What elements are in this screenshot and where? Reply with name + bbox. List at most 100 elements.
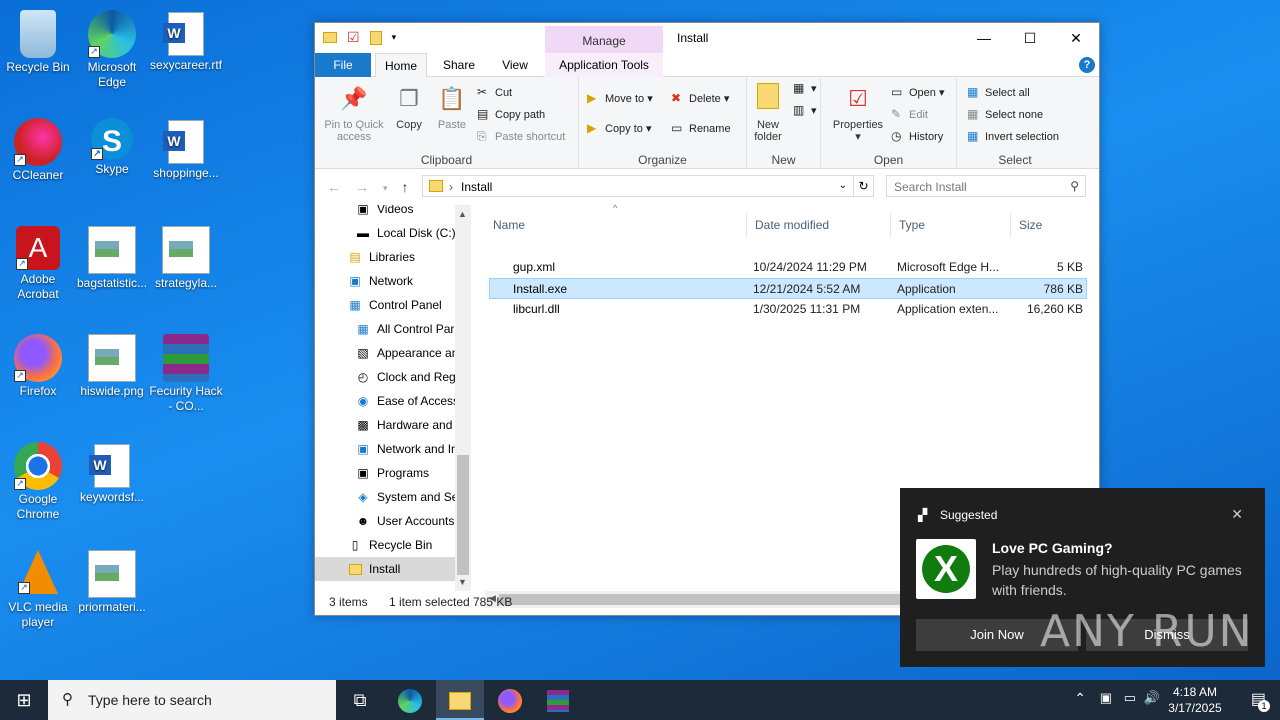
desktop-icon-chrome[interactable]: ↗ Google Chrome	[0, 442, 76, 522]
taskbar-clock[interactable]: 4:18 AM 3/17/2025	[1160, 684, 1230, 716]
delete-button[interactable]: ✖ Delete ▾	[671, 91, 729, 105]
desktop-icon-firefox[interactable]: ↗ Firefox	[0, 334, 76, 399]
nav-item-system-security[interactable]: ◈ System and Sec	[355, 485, 464, 509]
network-icon[interactable]: ▭	[1124, 690, 1136, 706]
scroll-up-icon[interactable]: ▲	[458, 209, 467, 219]
minimize-button[interactable]: —	[961, 23, 1007, 53]
nav-item-ease-of-access[interactable]: ◉ Ease of Access	[355, 389, 459, 413]
cut-button[interactable]: ✂ Cut	[477, 85, 512, 99]
taskbar-firefox-icon[interactable]	[486, 680, 534, 720]
navigation-pane-scrollbar[interactable]: ▲ ▼	[455, 205, 471, 591]
properties-icon[interactable]: ☑	[347, 29, 360, 46]
ribbon: 📌 Pin to Quick access ❐ Copy 📋 Paste ✂ Cu…	[315, 77, 1099, 169]
desktop-icon-priormateri[interactable]: priormateri...	[74, 550, 150, 615]
edit-button[interactable]: ✎ Edit	[891, 107, 928, 121]
new-item-button[interactable]: ▦ ▾	[793, 81, 817, 95]
chevron-down-icon[interactable]: ⌄	[839, 180, 847, 191]
tab-application-tools[interactable]: Application Tools	[545, 53, 663, 77]
forward-arrow-icon[interactable]: →	[355, 179, 369, 197]
desktop-icon-fecurity-hack[interactable]: Fecurity Hack - CO...	[148, 334, 224, 414]
nav-item-hardware[interactable]: ▩ Hardware and	[355, 413, 452, 437]
nav-item-videos[interactable]: ▣ Videos	[355, 205, 413, 221]
recent-chevron-icon[interactable]: ▾	[383, 179, 388, 197]
desktop-icon-keywordsf[interactable]: keywordsf...	[74, 442, 150, 505]
address-bar[interactable]: › Install ⌄	[422, 175, 854, 197]
paste-shortcut-button[interactable]: ⎘ Paste shortcut	[477, 129, 565, 144]
nav-item-appearance[interactable]: ▧ Appearance an	[355, 341, 458, 365]
column-header-date[interactable]: Date modified	[747, 213, 891, 237]
copy-button[interactable]: ❐ Copy	[389, 83, 429, 131]
tab-view[interactable]: View	[489, 53, 541, 77]
nav-item-control-panel[interactable]: ▦ Control Panel	[347, 293, 441, 317]
close-button[interactable]: ✕	[1053, 23, 1099, 53]
image-file-icon	[88, 550, 136, 598]
history-button[interactable]: ◷ History	[891, 129, 943, 143]
taskbar-search-input[interactable]: ⚲ Type here to search	[48, 680, 336, 720]
new-folder-icon[interactable]	[369, 30, 382, 45]
desktop-icon-ccleaner[interactable]: ↗ CCleaner	[0, 118, 76, 183]
windows-start-icon[interactable]: ⊞	[0, 680, 48, 720]
invert-selection-button[interactable]: ▦ Invert selection	[967, 129, 1059, 143]
properties-button[interactable]: ☑ Properties ▾	[827, 83, 889, 143]
column-header-name[interactable]: Name	[485, 213, 747, 237]
rename-button[interactable]: ▭ Rename	[671, 121, 731, 135]
nav-item-user-accounts[interactable]: ☻ User Accounts	[355, 509, 455, 533]
taskbar-winrar-icon[interactable]	[534, 680, 582, 720]
back-arrow-icon[interactable]: ←	[327, 179, 341, 197]
tab-home[interactable]: Home	[375, 53, 427, 77]
table-row[interactable]: gup.xml 10/24/2024 11:29 PM Microsoft Ed…	[489, 257, 1087, 278]
desktop-icon-edge[interactable]: ↗ Microsoft Edge	[74, 10, 150, 90]
nav-item-clock-region[interactable]: ◴ Clock and Regi	[355, 365, 459, 389]
easy-access-button[interactable]: ▥ ▾	[793, 103, 817, 117]
table-row[interactable]: libcurl.dll 1/30/2025 11:31 PM Applicati…	[489, 299, 1087, 320]
copy-to-button[interactable]: ▶ Copy to ▾	[587, 121, 652, 135]
desktop-icon-sexycareer[interactable]: sexycareer.rtf	[148, 10, 224, 73]
desktop-icon-vlc[interactable]: ↗ VLC media player	[0, 550, 76, 630]
desktop-icon-hiswide[interactable]: hiswide.png	[74, 334, 150, 399]
device-icon[interactable]: ▣	[1100, 690, 1112, 706]
new-folder-button[interactable]: New folder	[749, 83, 787, 143]
volume-icon[interactable]: 🔊	[1144, 690, 1160, 706]
desktop-icon-strategyla[interactable]: strategyla...	[148, 226, 224, 291]
desktop-icon-bagstatistic[interactable]: bagstatistic...	[74, 226, 150, 291]
move-to-button[interactable]: ▶ Move to ▾	[587, 91, 653, 105]
chevron-down-icon[interactable]: ▾	[392, 32, 397, 43]
paste-button[interactable]: 📋 Paste	[433, 83, 471, 131]
scrollbar-thumb[interactable]	[457, 455, 469, 575]
refresh-icon[interactable]: ↻	[854, 175, 874, 197]
tab-share[interactable]: Share	[433, 53, 485, 77]
maximize-button[interactable]: ☐	[1007, 23, 1053, 53]
select-all-button[interactable]: ▦ Select all	[967, 85, 1030, 99]
column-header-type[interactable]: Type	[891, 213, 1011, 237]
nav-item-all-control-panel[interactable]: ▦ All Control Par	[355, 317, 454, 341]
tab-manage[interactable]: Manage	[545, 26, 663, 54]
scroll-down-icon[interactable]: ▼	[458, 577, 467, 587]
pin-quick-access-button[interactable]: 📌 Pin to Quick access	[321, 83, 387, 143]
nav-item-network-internet[interactable]: ▣ Network and Ir	[355, 437, 455, 461]
nav-item-recycle-bin[interactable]: ▯ Recycle Bin	[347, 533, 433, 557]
close-icon[interactable]: ✕	[1231, 506, 1243, 523]
copy-path-button[interactable]: ▤ Copy path	[477, 107, 545, 121]
table-row-selected[interactable]: Install.exe 12/21/2024 5:52 AM Applicati…	[489, 278, 1087, 299]
taskbar-file-explorer-icon[interactable]	[436, 680, 484, 720]
help-icon[interactable]: ?	[1079, 57, 1095, 73]
search-input[interactable]: Search Install ⚲	[886, 175, 1086, 197]
open-button[interactable]: ▭ Open ▾	[891, 85, 945, 99]
nav-item-local-disk[interactable]: ▬ Local Disk (C:)	[355, 221, 456, 245]
desktop-icon-acrobat[interactable]: A ↗ Adobe Acrobat	[0, 226, 76, 302]
task-view-icon[interactable]: ⧉	[336, 680, 384, 720]
nav-item-libraries[interactable]: ▤ Libraries	[347, 245, 415, 269]
up-arrow-icon[interactable]: ↑	[402, 179, 409, 197]
desktop-icon-recycle-bin[interactable]: Recycle Bin	[0, 10, 76, 75]
nav-item-network[interactable]: ▣ Network	[347, 269, 413, 293]
taskbar-edge-icon[interactable]	[386, 680, 434, 720]
nav-item-install[interactable]: Install	[315, 557, 455, 581]
chevron-up-icon[interactable]: ⌃	[1074, 690, 1086, 707]
desktop-icon-shopping[interactable]: shoppinge...	[148, 118, 224, 181]
select-none-button[interactable]: ▦ Select none	[967, 107, 1043, 121]
nav-item-programs[interactable]: ▣ Programs	[355, 461, 429, 485]
winrar-archive-icon	[163, 334, 209, 382]
column-header-size[interactable]: Size	[1011, 213, 1085, 237]
tab-file[interactable]: File	[315, 53, 371, 77]
desktop-icon-skype[interactable]: S ↗ Skype	[74, 118, 150, 177]
